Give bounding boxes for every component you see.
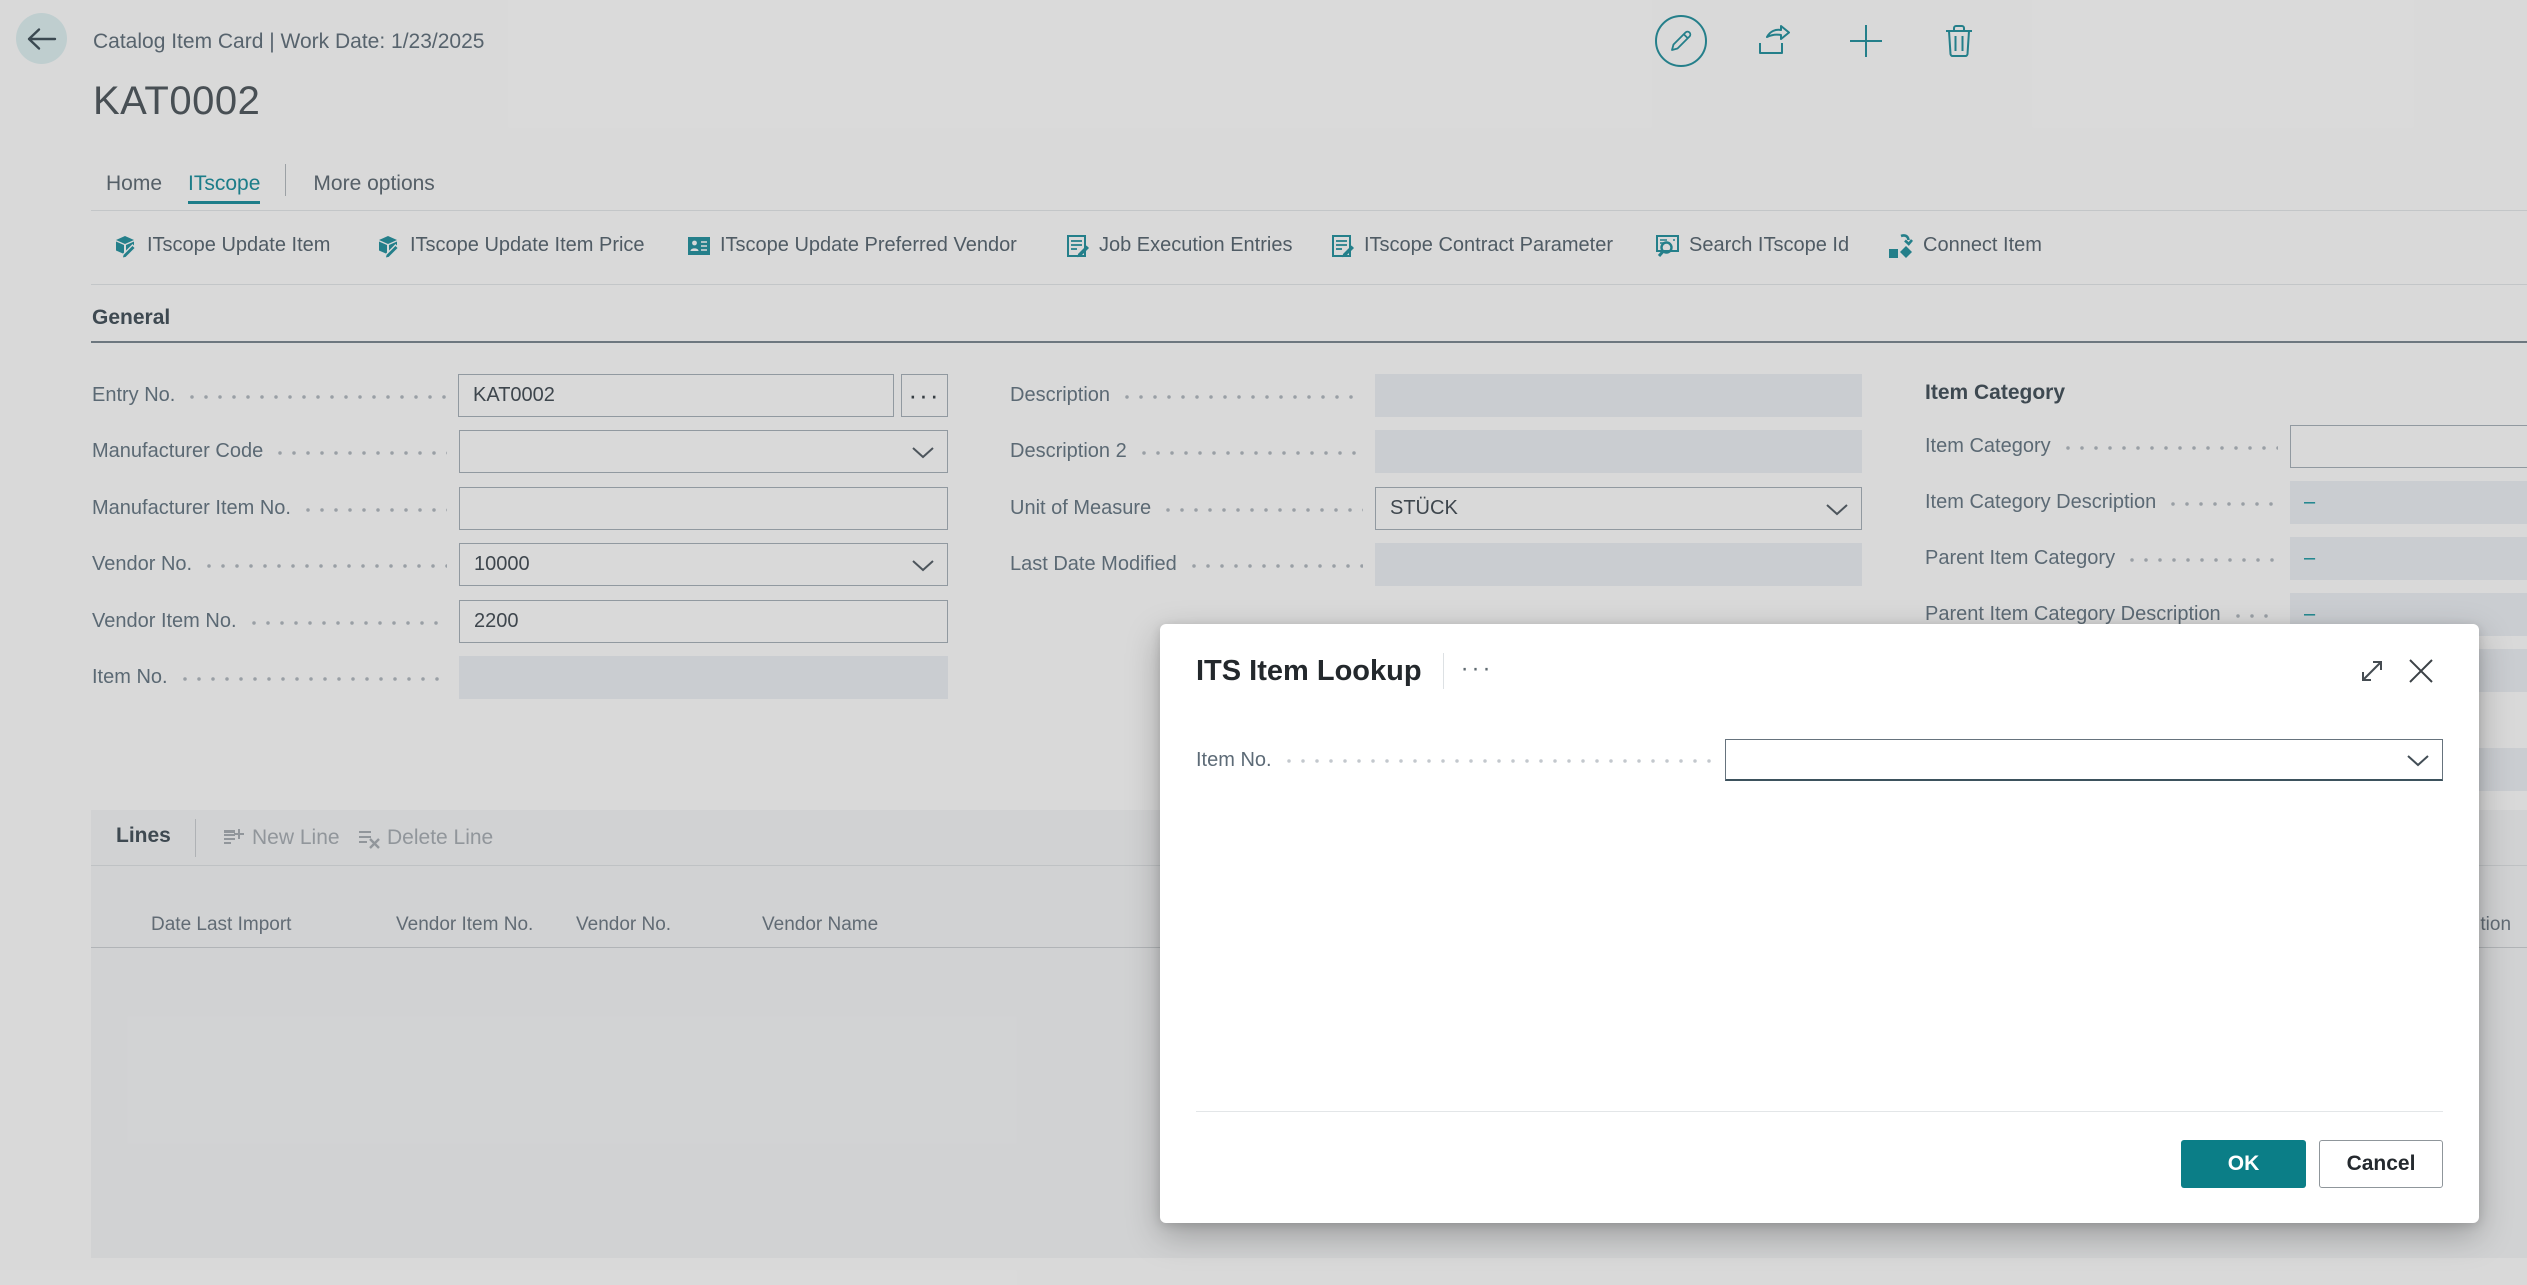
its-item-lookup-dialog: ITS Item Lookup ··· Item No. OK Cancel [1160,624,2479,1223]
dialog-title: ITS Item Lookup [1196,654,1422,687]
dialog-expand-button[interactable] [2356,655,2388,687]
dialog-buttons: OK Cancel [2181,1140,2443,1188]
dialog-item-no-input[interactable] [1726,740,2442,779]
dialog-title-separator [1442,653,1444,689]
ok-button[interactable]: OK [2181,1140,2306,1188]
dialog-more-options-button[interactable]: ··· [1461,655,1494,687]
dialog-item-no-label: Item No. [1196,748,1272,771]
expand-icon [2362,661,2382,681]
chevron-down-icon [2407,754,2429,766]
dialog-close-button[interactable] [2405,655,2437,687]
close-icon [2409,659,2433,683]
dialog-footer-separator [1196,1111,2443,1112]
dialog-header: ITS Item Lookup ··· [1196,650,2437,692]
cancel-button[interactable]: Cancel [2319,1140,2443,1188]
dialog-field-row-item-no: Item No. [1196,739,2443,781]
dialog-item-no-combobox[interactable] [1725,739,2443,781]
dotted-leader [1281,759,1711,763]
